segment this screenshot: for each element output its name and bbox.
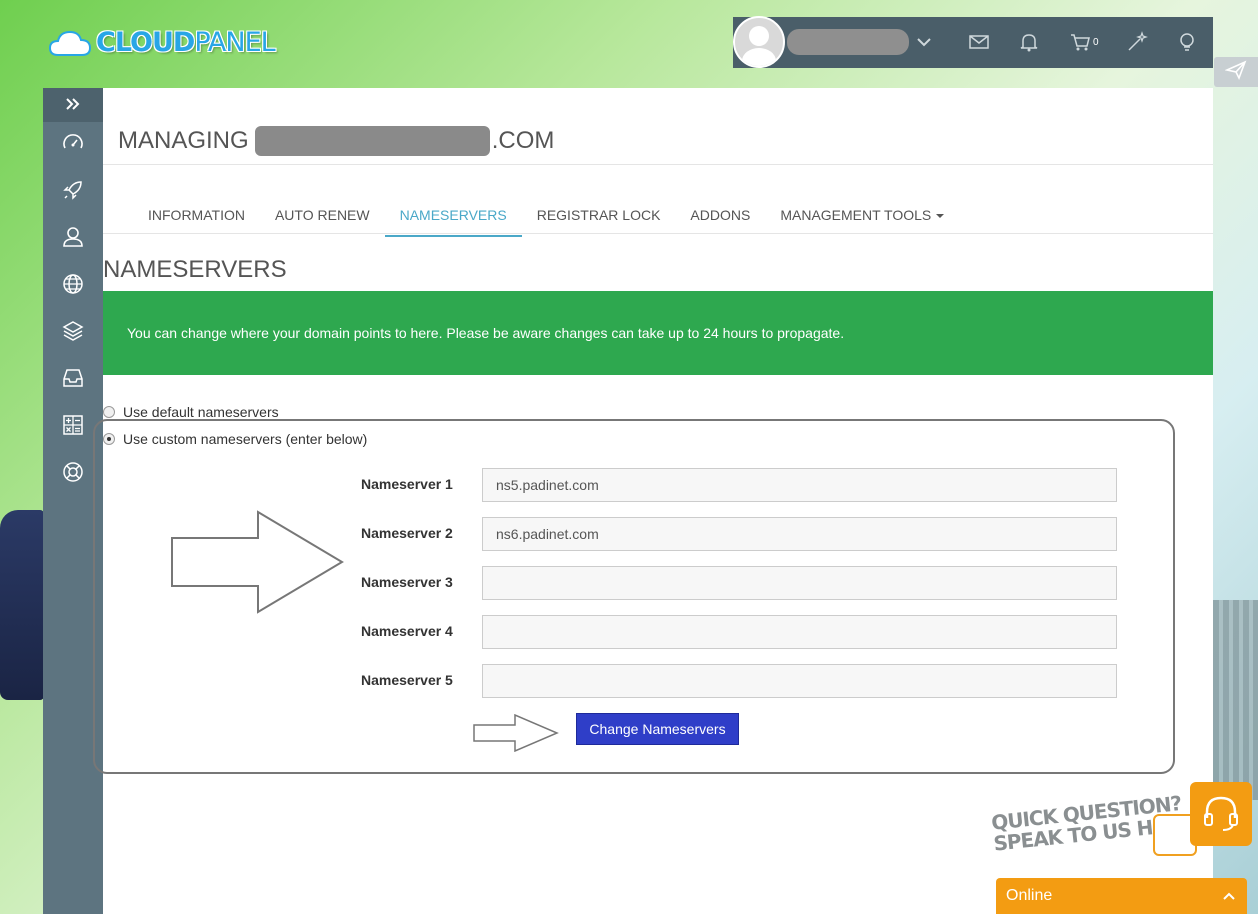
double-chevron-right-icon: [65, 94, 81, 117]
radio-default[interactable]: [103, 406, 115, 418]
info-alert: You can change where your domain points …: [103, 291, 1213, 375]
radio-default-label: Use default nameservers: [123, 404, 279, 420]
nameserver-4-input[interactable]: [482, 615, 1117, 649]
caret-down-icon: [936, 214, 945, 219]
page-title-suffix: .COM: [491, 127, 555, 154]
sidebar-item-account[interactable]: [43, 216, 103, 263]
default-nameservers-option[interactable]: Use default nameservers: [103, 404, 279, 420]
nameserver-5-input[interactable]: [482, 664, 1117, 698]
magic-wand-icon[interactable]: [1126, 31, 1148, 53]
rocket-icon: [61, 178, 85, 207]
username-redacted[interactable]: [787, 29, 909, 55]
nameserver-5-label: Nameserver 5: [361, 672, 453, 688]
sidebar-item-inbox[interactable]: [43, 357, 103, 404]
nameserver-3-label: Nameserver 3: [361, 574, 453, 590]
background-city: [1213, 600, 1258, 800]
cart-icon[interactable]: [1069, 31, 1091, 53]
section-title: NAMESERVERS: [103, 256, 287, 283]
tab-addons[interactable]: ADDONS: [675, 194, 765, 237]
nameserver-3-input[interactable]: [482, 566, 1117, 600]
change-nameservers-button[interactable]: Change Nameservers: [576, 713, 739, 745]
send-feedback-tab[interactable]: [1214, 57, 1258, 87]
lightbulb-icon[interactable]: [1176, 31, 1198, 53]
sidebar-item-dashboard[interactable]: [43, 122, 103, 169]
top-bar: 0: [733, 16, 1213, 68]
lifebuoy-icon: [61, 460, 85, 489]
calculator-icon: [61, 413, 85, 442]
domain-redacted: [254, 126, 490, 156]
nameserver-4-label: Nameserver 4: [361, 623, 453, 639]
tab-information[interactable]: INFORMATION: [133, 194, 260, 237]
layers-icon: [61, 319, 85, 348]
tab-management-tools-label: MANAGEMENT TOOLS: [780, 207, 932, 223]
globe-icon: [61, 272, 85, 301]
cloudpanel-logo[interactable]: CLOUDPANEL: [48, 27, 276, 58]
bell-icon[interactable]: [1018, 31, 1040, 53]
page-title: MANAGING .COM: [118, 126, 554, 156]
domain-tabs: INFORMATION AUTO RENEW NAMESERVERS REGIS…: [133, 194, 959, 237]
chat-promo[interactable]: QUICK QUESTION? SPEAK TO US HERE!: [990, 782, 1252, 878]
chat-status-bar[interactable]: Online: [996, 878, 1247, 914]
sidebar-item-services[interactable]: [43, 310, 103, 357]
background-figure: [0, 510, 44, 700]
sidebar-item-launch[interactable]: [43, 169, 103, 216]
chevron-up-icon[interactable]: [1223, 887, 1235, 905]
speedometer-icon: [61, 131, 85, 160]
nameserver-1-input[interactable]: [482, 468, 1117, 502]
logo-text: CLOUDPANEL: [96, 27, 276, 58]
sidebar-expand-toggle[interactable]: [43, 88, 103, 122]
nameserver-2-input[interactable]: [482, 517, 1117, 551]
sidebar-item-domains[interactable]: [43, 263, 103, 310]
tab-management-tools[interactable]: MANAGEMENT TOOLS: [765, 194, 959, 237]
page-title-prefix: MANAGING: [118, 127, 249, 154]
avatar[interactable]: [733, 16, 785, 68]
chat-status-label: Online: [1006, 887, 1053, 904]
mail-icon[interactable]: [968, 31, 990, 53]
paper-plane-icon: [1224, 59, 1247, 85]
tab-nameservers[interactable]: NAMESERVERS: [384, 194, 522, 237]
nameserver-1-label: Nameserver 1: [361, 476, 453, 492]
tab-auto-renew[interactable]: AUTO RENEW: [260, 194, 385, 237]
divider: [103, 233, 1213, 234]
small-arrow-right-icon: [473, 714, 559, 752]
big-arrow-right-icon: [171, 510, 344, 614]
tab-registrar-lock[interactable]: REGISTRAR LOCK: [522, 194, 676, 237]
user-icon: [61, 225, 85, 254]
inbox-icon: [61, 366, 85, 395]
headset-icon: [1190, 782, 1252, 846]
cloud-icon: [48, 29, 92, 57]
divider: [103, 164, 1213, 165]
chevron-down-icon[interactable]: [913, 31, 935, 53]
cart-count: 0: [1093, 37, 1099, 48]
nameserver-2-label: Nameserver 2: [361, 525, 453, 541]
